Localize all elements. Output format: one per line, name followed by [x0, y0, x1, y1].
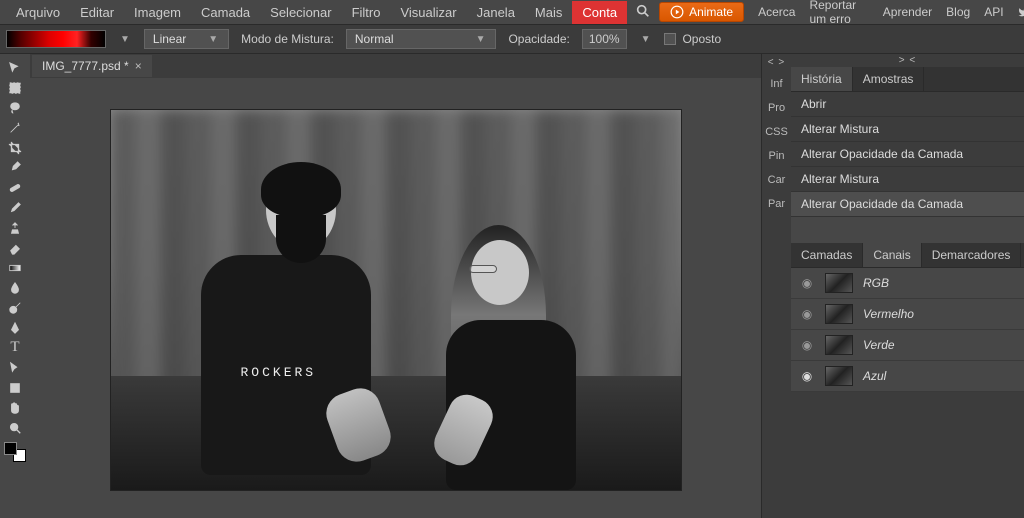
opacity-label: Opacidade:	[508, 32, 569, 46]
reverse-checkbox[interactable]	[664, 33, 676, 45]
close-icon[interactable]: ×	[135, 59, 142, 73]
link-acerca[interactable]: Acerca	[758, 5, 795, 19]
dodge-tool[interactable]	[3, 298, 27, 317]
menu-conta[interactable]: Conta	[572, 1, 627, 24]
menu-janela[interactable]: Janela	[467, 1, 525, 24]
move-tool[interactable]	[3, 58, 27, 77]
menubar: Arquivo Editar Imagem Camada Selecionar …	[0, 0, 1024, 24]
crop-tool[interactable]	[3, 138, 27, 157]
path-select-tool[interactable]	[3, 358, 27, 377]
eyedropper-tool[interactable]	[3, 158, 27, 177]
document-tab-label: IMG_7777.psd *	[42, 59, 129, 73]
foreground-color[interactable]	[4, 442, 17, 455]
gradient-tool[interactable]	[3, 258, 27, 277]
history-item[interactable]: Alterar Mistura	[791, 167, 1024, 192]
channel-row[interactable]: ◉ Verde	[791, 330, 1024, 361]
menu-camada[interactable]: Camada	[191, 1, 260, 24]
collapsed-panels: < > Inf Pro CSS Pin Car Par	[761, 54, 791, 518]
mini-par[interactable]: Par	[768, 195, 785, 213]
mini-pin[interactable]: Pin	[769, 147, 785, 165]
channel-row[interactable]: ◉ RGB	[791, 268, 1024, 299]
document-area: IMG_7777.psd * × ROCKERS	[30, 54, 761, 518]
history-list: Abrir Alterar Mistura Alterar Opacidade …	[791, 92, 1024, 217]
animate-button[interactable]: Animate	[659, 2, 744, 22]
visibility-icon[interactable]: ◉	[799, 276, 815, 290]
brush-tool[interactable]	[3, 198, 27, 217]
document-tabs: IMG_7777.psd * ×	[30, 54, 761, 78]
animate-label: Animate	[689, 5, 733, 19]
blur-tool[interactable]	[3, 278, 27, 297]
rect-select-tool[interactable]	[3, 78, 27, 97]
canvas[interactable]: ROCKERS	[111, 110, 681, 490]
lasso-tool[interactable]	[3, 98, 27, 117]
menu-arquivo[interactable]: Arquivo	[6, 1, 70, 24]
channel-name: Verde	[863, 338, 895, 352]
menu-filtro[interactable]: Filtro	[342, 1, 391, 24]
link-api[interactable]: API	[984, 5, 1003, 19]
channel-name: Azul	[863, 369, 886, 383]
mini-pro[interactable]: Pro	[768, 99, 785, 117]
clone-tool[interactable]	[3, 218, 27, 237]
channel-thumbnail	[825, 304, 853, 324]
visibility-icon[interactable]: ◉	[799, 307, 815, 321]
history-item[interactable]: Alterar Mistura	[791, 117, 1024, 142]
shape-tool[interactable]	[3, 378, 27, 397]
menu-editar[interactable]: Editar	[70, 1, 124, 24]
channel-name: Vermelho	[863, 307, 914, 321]
menu-selecionar[interactable]: Selecionar	[260, 1, 341, 24]
opacity-dropdown-icon[interactable]: ▼	[639, 34, 653, 45]
menu-imagem[interactable]: Imagem	[124, 1, 191, 24]
gradient-dropdown-icon[interactable]: ▼	[118, 34, 132, 45]
visibility-icon[interactable]: ◉	[799, 338, 815, 352]
color-swatches[interactable]	[4, 442, 26, 462]
history-item[interactable]: Alterar Opacidade da Camada	[791, 192, 1024, 217]
channel-name: RGB	[863, 276, 889, 290]
text-tool[interactable]: T	[3, 338, 27, 357]
tab-amostras[interactable]: Amostras	[853, 67, 925, 91]
toolbox: T	[0, 54, 30, 518]
tab-canais[interactable]: Canais	[863, 243, 921, 267]
twitter-icon[interactable]	[1018, 3, 1024, 21]
channel-thumbnail	[825, 335, 853, 355]
hand-tool[interactable]	[3, 398, 27, 417]
pen-tool[interactable]	[3, 318, 27, 337]
expand-icon[interactable]: < >	[768, 56, 785, 69]
history-item[interactable]: Alterar Opacidade da Camada	[791, 142, 1024, 167]
wand-tool[interactable]	[3, 118, 27, 137]
reverse-label: Oposto	[682, 32, 721, 46]
tab-camadas[interactable]: Camadas	[791, 243, 863, 267]
mini-css[interactable]: CSS	[765, 123, 788, 141]
link-aprender[interactable]: Aprender	[883, 5, 932, 19]
channel-thumbnail	[825, 366, 853, 386]
link-reportar[interactable]: Reportar um erro	[809, 0, 868, 26]
gradient-swatch[interactable]	[6, 30, 106, 48]
blend-mode-label: Modo de Mistura:	[241, 32, 334, 46]
menu-visualizar[interactable]: Visualizar	[390, 1, 466, 24]
history-item[interactable]: Abrir	[791, 92, 1024, 117]
heal-tool[interactable]	[3, 178, 27, 197]
link-blog[interactable]: Blog	[946, 5, 970, 19]
options-bar: ▼ Linear▼ Modo de Mistura: Normal▼ Opaci…	[0, 24, 1024, 54]
tab-historia[interactable]: História	[791, 67, 853, 91]
blend-mode-dropdown[interactable]: Normal▼	[346, 29, 497, 49]
shirt-text: ROCKERS	[241, 365, 317, 380]
collapse-icon[interactable]: > <	[791, 54, 1024, 67]
mini-info[interactable]: Inf	[770, 75, 782, 93]
eraser-tool[interactable]	[3, 238, 27, 257]
channel-row[interactable]: ◉ Azul	[791, 361, 1024, 392]
opacity-value[interactable]: 100%	[582, 29, 627, 49]
document-tab[interactable]: IMG_7777.psd * ×	[32, 55, 152, 77]
tab-demarcadores[interactable]: Demarcadores	[922, 243, 1022, 267]
search-icon[interactable]	[627, 3, 659, 22]
menu-mais[interactable]: Mais	[525, 1, 572, 24]
mini-car[interactable]: Car	[768, 171, 786, 189]
channel-row[interactable]: ◉ Vermelho	[791, 299, 1024, 330]
zoom-tool[interactable]	[3, 418, 27, 437]
visibility-icon[interactable]: ◉	[799, 369, 815, 383]
right-links: Acerca Reportar um erro Aprender Blog AP…	[758, 0, 1024, 26]
gradient-type-dropdown[interactable]: Linear▼	[144, 29, 229, 49]
panels: > < História Amostras Abrir Alterar Mist…	[791, 54, 1024, 518]
channel-list: ◉ RGB ◉ Vermelho ◉ Verde ◉ Azul	[791, 268, 1024, 392]
channel-thumbnail	[825, 273, 853, 293]
